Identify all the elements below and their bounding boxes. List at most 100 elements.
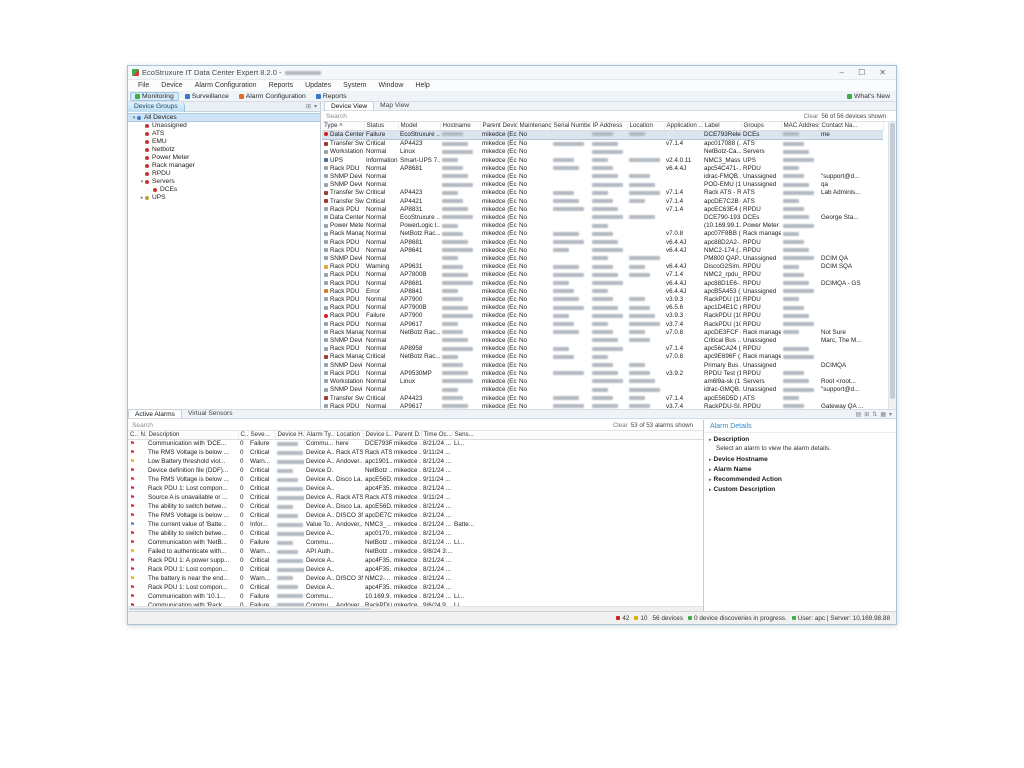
view-menu-icon[interactable]: ▾ (314, 103, 317, 110)
device-row[interactable]: Rack ManagNormalNetBotz Rac...mikedce (E… (322, 329, 883, 337)
perspective-tab-monitoring[interactable]: Monitoring (130, 92, 179, 101)
device-row[interactable]: Rack PDUNormalAP8681mikedce (Ec...Nov6.4… (322, 280, 883, 288)
device-row[interactable]: Data CenterNormalEcoStruxure ...mikedce … (322, 214, 883, 222)
scrollbar-thumb[interactable] (129, 608, 371, 610)
alarm-row[interactable]: ⚑Rack PDU 1: Lost compon...0CriticalDevi… (128, 485, 703, 494)
column-header-groups[interactable]: Groups (741, 122, 781, 131)
device-row[interactable]: SNMP DeviNormalmikedce (Ec...NoPrimary B… (322, 362, 883, 370)
alarm-column-header-c-0[interactable]: C... (128, 431, 138, 440)
scrollbar-thumb[interactable] (890, 123, 895, 399)
tree-item-servers[interactable]: ▾Servers (128, 178, 320, 186)
tab-active-alarms[interactable]: Active Alarms (128, 409, 182, 418)
column-header-application[interactable]: Application ... (664, 122, 702, 131)
device-row[interactable]: SNMP DeviNormalmikedce (Ec...NoPM800 QAP… (322, 255, 883, 263)
alarm-column-header-alarm-ty-6[interactable]: Alarm Ty... (304, 431, 334, 440)
alarm-row[interactable]: ⚑Rack PDU 1: A power supp...0CriticalDev… (128, 557, 703, 566)
tree-item-dces[interactable]: DCEs (128, 186, 320, 194)
alarm-row[interactable]: ⚑The ability to switch betwe...0Critical… (128, 503, 703, 512)
device-row[interactable]: Rack PDUNormalAP8681mikedce (Ec...Nov6.4… (322, 239, 883, 247)
tab-device-view[interactable]: Device View (324, 101, 374, 110)
alarm-row[interactable]: ⚑The ability to switch betwe...0Critical… (128, 530, 703, 539)
alarm-column-header-device-l-8[interactable]: Device L... (363, 431, 392, 440)
alarm-row[interactable]: ⚑Rack PDU 1: Lost compon...0CriticalDevi… (128, 584, 703, 593)
tree-item-netbotz[interactable]: Netbotz (128, 146, 320, 154)
column-header-type[interactable]: Type ˄ (322, 122, 364, 131)
perspective-tab-alarm-configuration[interactable]: Alarm Configuration (235, 92, 310, 101)
alarm-row[interactable]: ⚑The RMS Voltage is below ...0CriticalDe… (128, 449, 703, 458)
device-row[interactable]: SNMP DeviNormalmikedce (Ec...Noidrac-FMQ… (322, 173, 883, 181)
tree-item-ats[interactable]: ATS (128, 130, 320, 138)
alarm-column-header-time-oc-10[interactable]: Time Oc... (421, 431, 452, 440)
device-row[interactable]: Transfer SwiCriticalAP4423mikedce (Ec...… (322, 140, 883, 149)
alarm-row[interactable]: ⚑Device definition file (DDF)...0Critica… (128, 467, 703, 476)
menu-alarm-configuration[interactable]: Alarm Configuration (189, 80, 263, 92)
panel-toolbar-icon-0[interactable]: ▤ (856, 411, 862, 418)
menu-system[interactable]: System (337, 80, 372, 92)
device-row[interactable]: WorkstationNormalLinuxmikedce (Ec...NoNe… (322, 148, 883, 156)
device-row[interactable]: Rack PDUNormalAP7900mikedce (Ec...Nov3.9… (322, 296, 883, 304)
device-row[interactable]: Transfer SwiCriticalAP4423mikedce (Ec...… (322, 395, 883, 403)
tree-item-all-devices[interactable]: ▾All Devices (128, 113, 320, 122)
close-button[interactable]: ✕ (879, 66, 886, 80)
alarm-row[interactable]: ⚑The battery is near the end...0Warn...D… (128, 575, 703, 584)
alarm-clear-link[interactable]: Clear (613, 422, 628, 429)
alarm-column-header-sens-11[interactable]: Sens... (452, 431, 703, 440)
column-header-maintenanc[interactable]: Maintenanc... (517, 122, 551, 131)
alarm-column-header-parent-d-9[interactable]: Parent D... (392, 431, 421, 440)
alarm-column-header-description-2[interactable]: Description (146, 431, 238, 440)
alarm-column-header-n-1[interactable]: N... (138, 431, 146, 440)
column-header-status[interactable]: Status (364, 122, 398, 131)
tree-item-power-meter[interactable]: Power Meter (128, 154, 320, 162)
device-row[interactable]: Power MeteNormalPowerLogic I...mikedce (… (322, 222, 883, 230)
menu-window[interactable]: Window (373, 80, 410, 92)
device-row[interactable]: Rack PDUErrorAP8841mikedce (Ec...Nov6.4.… (322, 288, 883, 296)
device-row[interactable]: Rack PDUNormalAP8831mikedce (Ec...Nov7.1… (322, 206, 883, 214)
device-row[interactable]: Rack PDUNormalAP7800Bmikedce (Ec...Nov7.… (322, 271, 883, 279)
device-row[interactable]: SNMP DeviNormalmikedce (Ec...Noidrac-GMQ… (322, 386, 883, 394)
device-row[interactable]: WorkstationNormalLinuxmikedce (Ec...Noam… (322, 378, 883, 386)
menu-file[interactable]: File (132, 80, 155, 92)
panel-toolbar-icon-4[interactable]: ▾ (889, 411, 892, 418)
menu-reports[interactable]: Reports (263, 80, 300, 92)
alarm-row[interactable]: ⚑Rack PDU 1: Lost compon...0CriticalDevi… (128, 566, 703, 575)
column-header-contact-na[interactable]: Contact Na... (819, 122, 883, 131)
maximize-button[interactable]: ☐ (858, 66, 865, 80)
alarm-column-header-seve-4[interactable]: Seve... (248, 431, 275, 440)
tree-item-rack-manager[interactable]: Rack manager (128, 162, 320, 170)
device-row[interactable]: Rack PDUNormalAP8681mikedce (Ec...Nov6.4… (322, 165, 883, 173)
column-header-ip-address[interactable]: IP Address (590, 122, 627, 131)
perspective-tab-surveillance[interactable]: Surveillance (181, 92, 233, 101)
device-row[interactable]: Rack ManagCriticalNetBotz Rac...mikedce … (322, 353, 883, 361)
alarm-search-input[interactable]: Search (128, 422, 153, 429)
column-header-parent-device[interactable]: Parent Device (480, 122, 517, 131)
panel-toolbar-icon-1[interactable]: ⊞ (864, 411, 869, 418)
minimize-button[interactable]: – (840, 66, 844, 80)
tree-item-ups[interactable]: ▸UPS (128, 194, 320, 202)
alarm-row[interactable]: ⚑The current value of 'Batte...0Infor...… (128, 521, 703, 530)
alarm-row[interactable]: ⚑The RMS Voltage is below ...0CriticalDe… (128, 476, 703, 485)
column-header-label[interactable]: Label (702, 122, 741, 131)
collapse-all-icon[interactable]: ⊞ (306, 103, 311, 110)
device-table-scrollbar[interactable] (888, 122, 896, 409)
tree-item-unassigned[interactable]: Unassigned (128, 122, 320, 130)
device-row[interactable]: Transfer SwiCriticalAP4423mikedce (Ec...… (322, 189, 883, 197)
title-bar[interactable]: EcoStruxure IT Data Center Expert 8.2.0 … (128, 66, 896, 80)
column-header-model[interactable]: Model (398, 122, 440, 131)
alarm-row[interactable]: ⚑Communication with '10.1...0FailureComm… (128, 593, 703, 602)
alarm-row[interactable]: ⚑The RMS Voltage is below ...0CriticalDe… (128, 512, 703, 521)
device-row[interactable]: UPSInformationalSmart-UPS 7...mikedce (E… (322, 157, 883, 165)
alarm-column-header-device-h-5[interactable]: Device H... (275, 431, 304, 440)
device-row[interactable]: SNMP DeviNormalmikedce (Ec...NoPOD-EMU (… (322, 181, 883, 189)
perspective-tab-reports[interactable]: Reports (312, 92, 351, 101)
menu-updates[interactable]: Updates (299, 80, 337, 92)
device-row[interactable]: Rack PDUNormalAP9530MPmikedce (Ec...Nov3… (322, 370, 883, 378)
tab-map-view[interactable]: Map View (374, 101, 415, 110)
device-row[interactable]: Rack PDUNormalAP8958mikedce (Ec...Nov7.1… (322, 345, 883, 353)
panel-toolbar-icon-3[interactable]: ▦ (880, 411, 886, 418)
alarm-row[interactable]: ⚑Source A is unavailable or ...0Critical… (128, 494, 703, 503)
column-header-location[interactable]: Location (627, 122, 664, 131)
menu-help[interactable]: Help (409, 80, 435, 92)
device-row[interactable]: Rack ManagNormalNetBotz Rac...mikedce (E… (322, 230, 883, 238)
alarm-row[interactable]: ⚑Communication with 'DCE...0FailureCommu… (128, 440, 703, 449)
device-row[interactable]: SNMP DeviNormalmikedce (Ec...NoCritical … (322, 337, 883, 345)
